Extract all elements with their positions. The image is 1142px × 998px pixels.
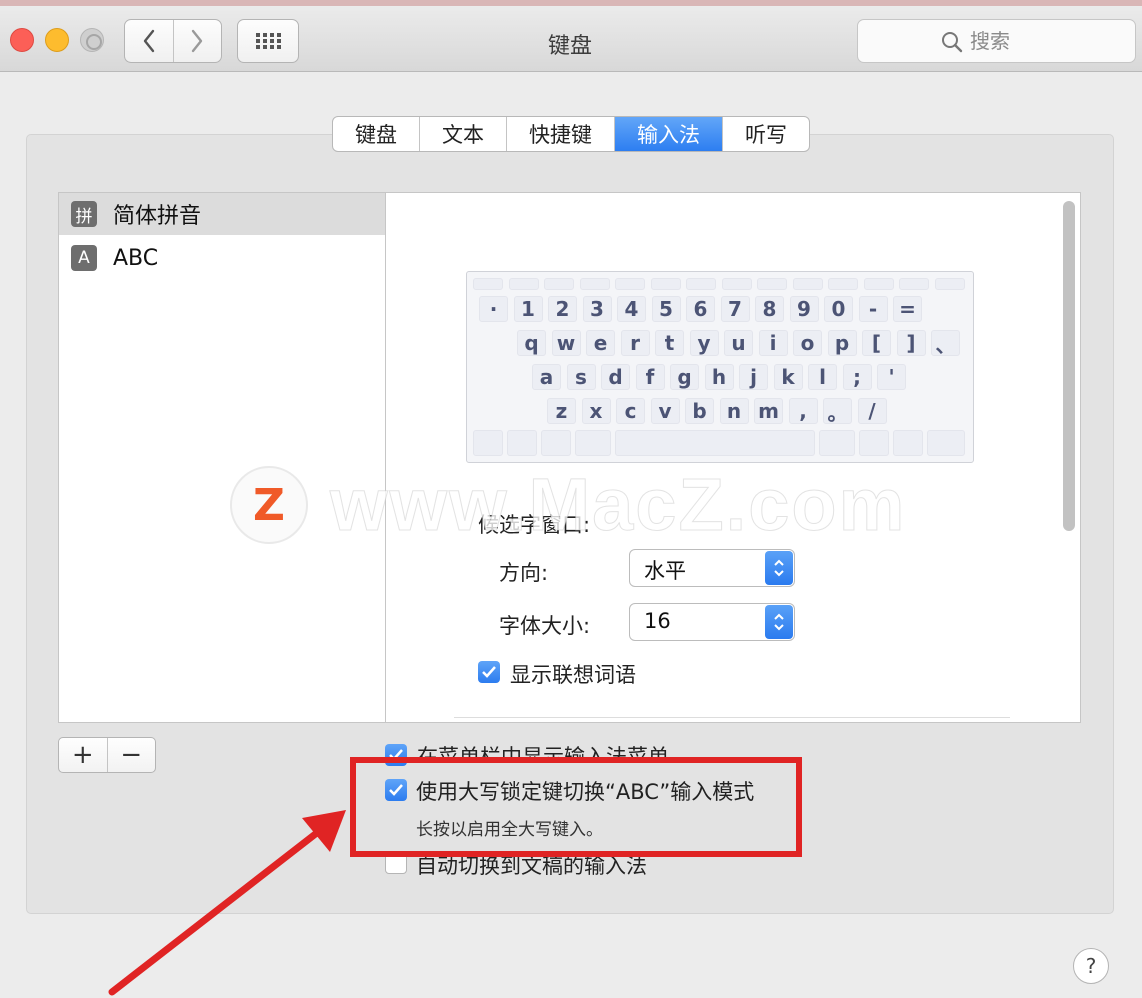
help-button[interactable]: ? — [1073, 948, 1109, 984]
annotation-arrow-icon — [108, 810, 346, 996]
